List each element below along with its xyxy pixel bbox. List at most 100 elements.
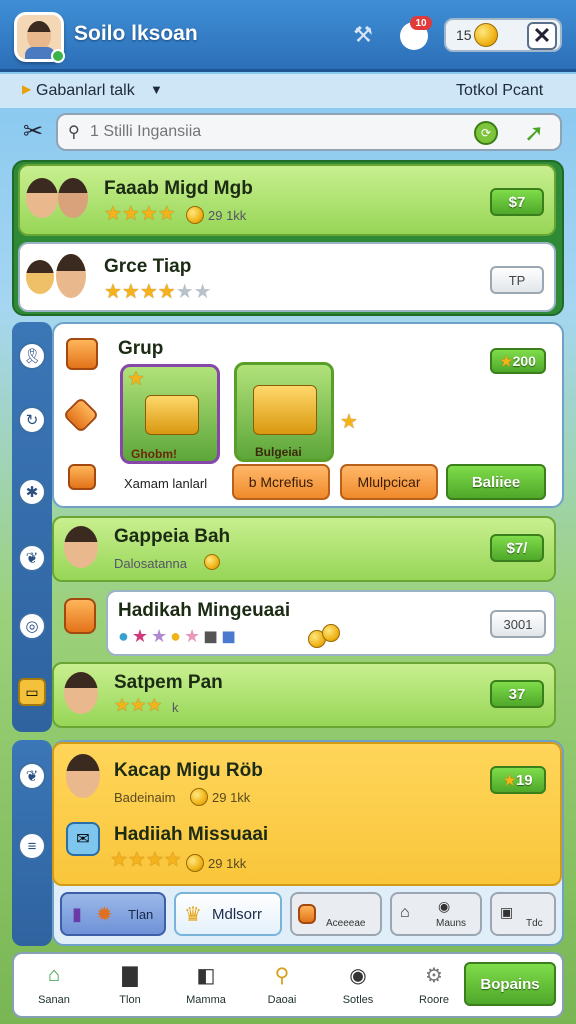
tab-3[interactable]: Aceeeae (290, 892, 382, 936)
tab-label: Mauns (436, 918, 467, 929)
star-icon: ★ (500, 353, 513, 369)
mail-icon[interactable]: 10 (400, 16, 432, 50)
list-item[interactable]: Gappeia Bah Dalosatanna $7/ (52, 516, 556, 582)
diamond-icon (62, 396, 100, 434)
search-bar[interactable]: ⚲ ⟳ ➚ (56, 113, 562, 151)
item-sub: k (172, 700, 179, 715)
gold-pile-icon (253, 385, 317, 435)
buy-button[interactable]: $7 (490, 188, 544, 216)
nav-label: Tlon (119, 994, 141, 1006)
total-points-label: Totkol Pcant (456, 82, 544, 99)
player-avatar[interactable] (14, 12, 65, 63)
avatar (64, 672, 98, 714)
filter-icon[interactable]: ⟳ (474, 121, 498, 145)
coin-icon (186, 206, 204, 224)
search-input[interactable] (90, 121, 490, 143)
item-title: Grce Tiap (104, 256, 192, 277)
nav-label: Daoai (267, 994, 297, 1006)
nav-play[interactable]: ◧ Mamma (174, 958, 238, 1016)
option-button[interactable]: Mlulpcicar (340, 464, 438, 500)
star-rating: ★★★ (114, 695, 163, 715)
list-item[interactable]: Satpem Pan ★★★ k 37 (52, 662, 556, 728)
ribbon-icon[interactable]: 🎗 (18, 342, 46, 370)
option-button[interactable]: b Mcrefius (232, 464, 330, 500)
nav-events[interactable]: ⚲ Daoai (250, 958, 314, 1016)
gold-pile-icon (145, 395, 199, 435)
coin-icon (474, 23, 498, 47)
nav-home[interactable]: ⌂ Sanan (22, 958, 86, 1016)
avatar (66, 754, 100, 798)
bottom-nav: ⌂ Sanan ▇ Tlon ◧ Mamma ⚲ Daoai ◉ Sotles ⚙ Roor… (12, 952, 564, 1018)
home-icon: ⌂ (400, 904, 410, 921)
prize-label: Ghobm! (131, 447, 177, 461)
prize-card[interactable]: Bulgeiai (234, 362, 334, 462)
hammer-icon[interactable]: ⚒ (348, 20, 378, 50)
cursor-icon[interactable]: ➚ (520, 119, 548, 147)
coin-icon (322, 624, 340, 642)
chevron-down-icon[interactable]: ▼ (150, 82, 163, 97)
nav-label: Mamma (186, 994, 226, 1006)
star-icon[interactable]: ✱ (18, 478, 46, 506)
tab-label: Tlan (128, 907, 154, 922)
buy-button[interactable]: 37 (490, 680, 544, 708)
star-icon: ★ (127, 368, 145, 390)
prize-card[interactable]: ★ Ghobm! (120, 364, 220, 464)
gear-icon: ⚙ (425, 964, 443, 987)
cta-button[interactable]: Bopains (464, 962, 556, 1006)
notification-badge: 10 (410, 16, 432, 30)
tab-label: Mdlsorr (212, 906, 263, 923)
globe-icon: ◉ (349, 964, 367, 987)
app-title: Soilo lksoan (74, 22, 198, 45)
close-button[interactable]: ✕ (527, 22, 557, 50)
tools-icon[interactable]: ✂ (18, 116, 48, 146)
menu-icon[interactable]: ≡ (18, 832, 46, 860)
coin-icon (204, 554, 220, 570)
side-bar: ❦ ≡ (12, 740, 52, 946)
item-sub: 29 1kk (208, 208, 247, 223)
tab-1[interactable]: ▮ ✹ Tlan (60, 892, 166, 936)
coin-icon (186, 854, 204, 872)
tab-2[interactable]: ♛ Mdlsorr (174, 892, 282, 936)
item-title: Gappeia Bah (114, 526, 231, 547)
nav-social[interactable]: ◉ Sotles (326, 958, 390, 1016)
gift-icon (68, 464, 96, 490)
nav-shop[interactable]: ▇ Tlon (98, 958, 162, 1016)
side-bar: 🎗 ↻ ✱ ❦ ◎ ▭ (12, 322, 52, 732)
refresh-icon[interactable]: ↻ (18, 406, 46, 434)
home-icon: ⌂ (47, 963, 61, 986)
buy-button[interactable]: 3001 (490, 610, 546, 638)
list-item[interactable]: Hadikah Mingeuaai ●★★●★◼◼ 3001 (106, 590, 556, 656)
gift-icon (64, 598, 96, 634)
chat-icon: ✉ (66, 822, 100, 856)
list-item[interactable]: Faaab Migd Mgb ★★★★ 29 1kk $7 (18, 164, 556, 236)
tab-5[interactable]: ▣ Tdc (490, 892, 556, 936)
location-icon[interactable]: ◎ (18, 612, 46, 640)
category-dropdown[interactable]: Gabanlarl talk (36, 82, 135, 100)
buy-button[interactable]: TP (490, 266, 544, 294)
nav-label: Roore (419, 994, 449, 1006)
sub-header: ▶ Gabanlarl talk ▼ Totkol Pcant (0, 74, 576, 108)
item-title: Faaab Migd Mgb (104, 178, 253, 199)
group-panel: Grup ★ 200 ★ Ghobm! Bulgeiai ★ Xamam lanl… (52, 322, 564, 508)
item-title: Satpem Pan (114, 672, 223, 693)
leaf-icon[interactable]: ❦ (18, 544, 46, 572)
tab-4[interactable]: ⌂ ◉ Mauns (390, 892, 482, 936)
item-sub: Dalosatanna (114, 556, 187, 571)
price-badge[interactable]: ★ 200 (490, 348, 546, 374)
price-badge[interactable]: ★ 19 (490, 766, 546, 794)
buy-button[interactable]: $7/ (490, 534, 544, 562)
avatar (58, 178, 88, 218)
confirm-button[interactable]: Baliiee (446, 464, 546, 500)
leaf-icon[interactable]: ❦ (18, 762, 46, 790)
box-icon[interactable]: ▭ (18, 678, 46, 706)
play-icon: ▶ (22, 82, 32, 96)
bag-icon: ▇ (122, 964, 138, 987)
item-title: Kacap Migu Röb (114, 760, 263, 781)
nav-settings[interactable]: ⚙ Roore (402, 958, 466, 1016)
item-coins: 29 1kk (212, 790, 251, 805)
page-icon: ▮ (72, 904, 82, 924)
list-item[interactable]: Grce Tiap ★★★★★★ TP (18, 242, 556, 312)
avatar (26, 178, 58, 218)
prize-label: Bulgeiai (255, 445, 302, 459)
price-value: 200 (512, 353, 536, 369)
